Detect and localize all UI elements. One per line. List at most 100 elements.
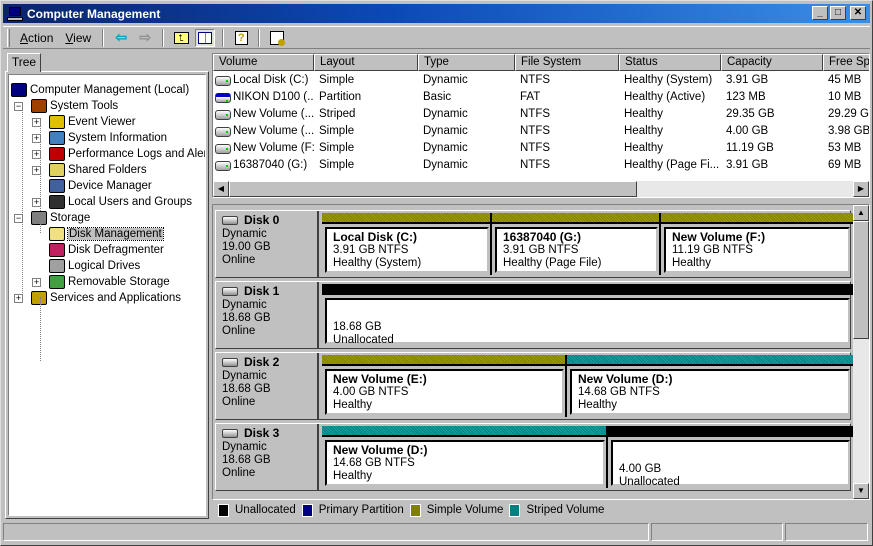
volume-row[interactable]: New Volume (... Striped Dynamic NTFS Healthy… bbox=[213, 106, 869, 123]
defragmenter-icon bbox=[49, 243, 65, 257]
disk-2-row: Disk 2 Dynamic 18.68 GB Online New Volume (E… bbox=[215, 352, 853, 420]
volume-row[interactable]: New Volume (... Simple Dynamic NTFS Healthy 4… bbox=[213, 123, 869, 140]
free-cell: 29.29 GB bbox=[828, 108, 869, 120]
tree-item-disk-defragmenter[interactable]: Disk Defragmenter bbox=[49, 242, 164, 258]
tree-item-event-viewer[interactable]: Event Viewer bbox=[49, 114, 136, 130]
volume-partition[interactable]: New Volume (E:) 4.00 GB NTFS Healthy bbox=[322, 355, 567, 417]
scroll-up-button[interactable]: ▲ bbox=[853, 205, 869, 221]
disk-label[interactable]: Disk 0 Dynamic 19.00 GB Online bbox=[216, 211, 319, 277]
tree-item-local-users-and-groups[interactable]: Local Users and Groups bbox=[49, 194, 192, 210]
properties-button[interactable] bbox=[267, 29, 287, 47]
volume-row[interactable]: New Volume (F:) Simple Dynamic NTFS Healthy 1… bbox=[213, 140, 869, 157]
tree-item-label: Computer Management (Local) bbox=[30, 84, 190, 96]
view-menu-accel: V bbox=[65, 30, 74, 45]
action-menu[interactable]: Action bbox=[14, 31, 59, 45]
vertical-scroll-thumb[interactable] bbox=[853, 221, 869, 339]
tree-item-system-information[interactable]: System Information bbox=[49, 130, 167, 146]
fs-cell: NTFS bbox=[520, 159, 551, 171]
tree-item-removable-storage[interactable]: Removable Storage bbox=[49, 274, 170, 290]
disk-label[interactable]: Disk 1 Dynamic 18.68 GB Online bbox=[216, 282, 319, 348]
tree-item-disk-management[interactable]: Disk Management bbox=[49, 226, 164, 242]
maximize-button[interactable]: □ bbox=[830, 6, 846, 20]
disk-state: Online bbox=[222, 254, 256, 266]
view-menu[interactable]: View bbox=[59, 31, 97, 45]
toolbar-grip[interactable] bbox=[7, 28, 10, 47]
status-cell: Healthy bbox=[624, 125, 663, 137]
disk-view-vertical-scrollbar[interactable]: ▲ ▼ bbox=[853, 205, 869, 499]
close-button[interactable]: ✕ bbox=[850, 6, 866, 20]
title-bar[interactable]: Computer Management _ □ ✕ bbox=[3, 4, 870, 23]
unallocated-region[interactable]: 4.00 GB Unallocated bbox=[606, 426, 853, 488]
partition-size: 14.68 GB NTFS bbox=[333, 457, 415, 469]
column-header-free-spac[interactable]: Free Spac bbox=[823, 54, 869, 71]
horizontal-scroll-thumb[interactable] bbox=[229, 181, 637, 197]
volume-partition[interactable]: New Volume (D:) 14.68 GB NTFS Healthy bbox=[322, 426, 608, 488]
volume-partition[interactable]: New Volume (D:) 14.68 GB NTFS Healthy bbox=[565, 355, 853, 417]
tree-item-device-manager[interactable]: Device Manager bbox=[49, 178, 152, 194]
expand-icon[interactable]: + bbox=[32, 278, 41, 287]
tree-pane: Computer Management (Local) − System Tools… bbox=[5, 71, 209, 519]
disk-drive-icon bbox=[222, 429, 238, 438]
tree-item-system-tools[interactable]: System Tools bbox=[31, 98, 118, 114]
partition-info: New Volume (D:) 14.68 GB NTFS Healthy bbox=[570, 369, 850, 415]
tree-item-services-and-applications[interactable]: Services and Applications bbox=[31, 290, 181, 306]
back-button[interactable]: ⇦ bbox=[111, 29, 131, 47]
volume-row[interactable]: 16387040 (G:) Simple Dynamic NTFS Healthy (P… bbox=[213, 157, 869, 174]
tree-item-logical-drives[interactable]: Logical Drives bbox=[49, 258, 140, 274]
minimize-button[interactable]: _ bbox=[812, 6, 828, 20]
unallocated-region[interactable]: 18.68 GB Unallocated bbox=[322, 284, 853, 346]
tree-item-computer-management-local[interactable]: Computer Management (Local) bbox=[11, 82, 189, 98]
column-header-type[interactable]: Type bbox=[418, 54, 515, 71]
column-header-layout[interactable]: Layout bbox=[314, 54, 418, 71]
tree-tab[interactable]: Tree bbox=[7, 53, 41, 72]
status-bar-pane-3 bbox=[785, 523, 868, 541]
column-header-volume[interactable]: Volume bbox=[213, 54, 314, 71]
partition-info: 16387040 (G:) 3.91 GB NTFS Healthy (Page F… bbox=[495, 227, 658, 273]
computer-management-app-icon bbox=[7, 6, 23, 21]
layout-cell: Partition bbox=[319, 91, 362, 103]
disk-type: Dynamic bbox=[222, 441, 267, 453]
scroll-right-button[interactable]: ▶ bbox=[853, 181, 869, 197]
fs-cell: NTFS bbox=[520, 74, 551, 86]
disk-1-row: Disk 1 Dynamic 18.68 GB Online 18.68 GB Unall… bbox=[215, 281, 853, 349]
column-header-status[interactable]: Status bbox=[619, 54, 721, 71]
show-hide-tree-button[interactable] bbox=[195, 28, 216, 47]
partition-size: 4.00 GB bbox=[619, 463, 662, 475]
status-bar-pane-2 bbox=[651, 523, 783, 541]
volume-cell: New Volume (... bbox=[213, 123, 314, 140]
up-one-level-button[interactable]: ⮤ bbox=[171, 29, 191, 47]
simple-color-bar bbox=[492, 213, 661, 224]
volume-row[interactable]: NIKON D100 (... Partition Basic FAT Healthy … bbox=[213, 89, 869, 106]
column-header-capacity[interactable]: Capacity bbox=[721, 54, 823, 71]
capacity-cell: 3.91 GB bbox=[726, 74, 769, 86]
volume-partition[interactable]: New Volume (F:) 11.19 GB NTFS Healthy bbox=[659, 213, 853, 275]
volume-list-horizontal-scrollbar[interactable]: ◀ ▶ bbox=[213, 181, 869, 197]
shared-folders-icon bbox=[49, 163, 65, 177]
action-menu-label: ction bbox=[28, 30, 54, 45]
partition-status: Healthy bbox=[578, 399, 617, 411]
tree-item-shared-folders[interactable]: Shared Folders bbox=[49, 162, 147, 178]
tree-item-performance-logs-and-alerts[interactable]: Performance Logs and Alerts bbox=[49, 146, 205, 162]
status-bar-pane-main bbox=[3, 523, 649, 541]
partition-status: Healthy (System) bbox=[333, 257, 422, 269]
volume-row[interactable]: Local Disk (C:) Simple Dynamic NTFS Healthy … bbox=[213, 72, 869, 89]
partition-name: New Volume (D:) bbox=[333, 443, 428, 457]
disk-label[interactable]: Disk 3 Dynamic 18.68 GB Online bbox=[216, 424, 319, 490]
disk-management-icon bbox=[49, 227, 65, 241]
column-header-file-system[interactable]: File System bbox=[515, 54, 619, 71]
volume-partition[interactable]: Local Disk (C:) 3.91 GB NTFS Healthy (Syst… bbox=[322, 213, 492, 275]
tree-item-label: Event Viewer bbox=[68, 116, 136, 128]
action-menu-accel: A bbox=[20, 30, 29, 45]
partition-size: 18.68 GB bbox=[333, 321, 382, 333]
scroll-left-button[interactable]: ◀ bbox=[213, 181, 229, 197]
scroll-down-button[interactable]: ▼ bbox=[853, 483, 869, 499]
forward-button[interactable]: ⇨ bbox=[135, 29, 155, 47]
disk-label[interactable]: Disk 2 Dynamic 18.68 GB Online bbox=[216, 353, 319, 419]
disk-state: Online bbox=[222, 325, 256, 337]
partition-info: 4.00 GB Unallocated bbox=[611, 440, 850, 488]
type-cell: Dynamic bbox=[423, 108, 468, 120]
volume-partition[interactable]: 16387040 (G:) 3.91 GB NTFS Healthy (Page F… bbox=[490, 213, 661, 275]
help-button[interactable]: ? bbox=[231, 29, 251, 47]
scroll-left-icon: ◀ bbox=[217, 184, 225, 193]
expand-icon[interactable]: + bbox=[14, 294, 23, 303]
